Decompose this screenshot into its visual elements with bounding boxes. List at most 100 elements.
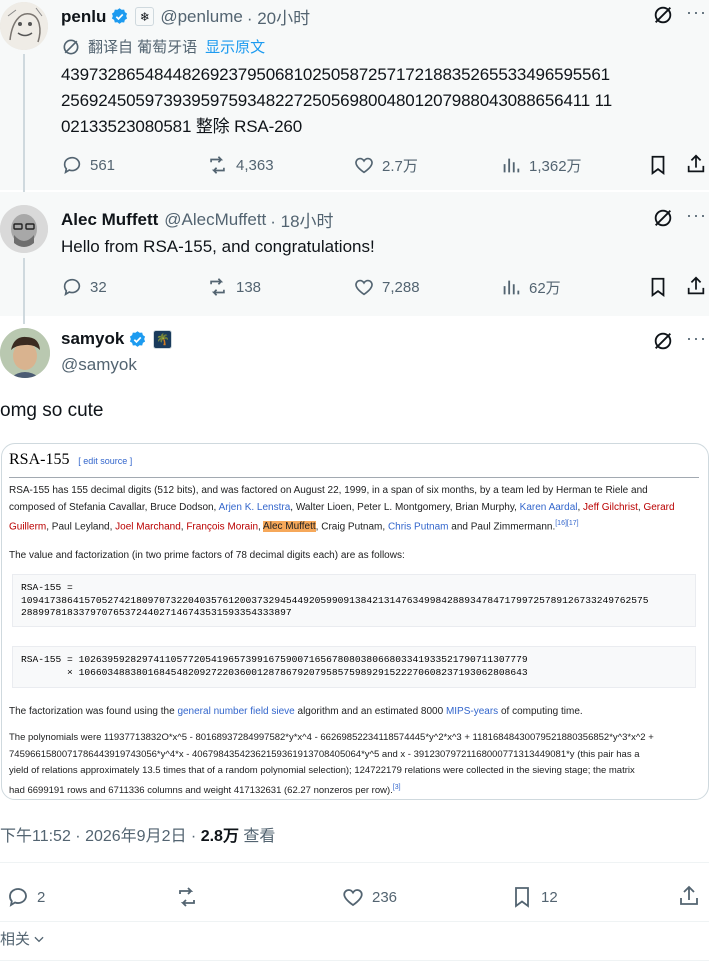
wiki-article-image: RSA-155 [ edit source ] RSA-155 has 155 …: [9, 451, 699, 796]
related-toggle[interactable]: 相关: [0, 928, 46, 949]
show-original-link[interactable]: 显示原文: [205, 36, 265, 57]
wiki-link: Chris Putnam: [387, 521, 449, 533]
wiki-text: The factorization was found using the: [9, 706, 178, 717]
like-count: 7,288: [382, 278, 420, 296]
wiki-reference: [3]: [392, 783, 401, 791]
like-button[interactable]: 2.7万: [353, 154, 418, 176]
views-count: 62万: [529, 279, 561, 297]
share-button[interactable]: [685, 275, 707, 302]
grok-icon[interactable]: [652, 330, 674, 357]
bookmark-icon: [515, 887, 529, 908]
main-post-text: omg so cute: [0, 400, 104, 421]
reply-button[interactable]: 32: [61, 276, 107, 298]
code-line: RSA-155 = 102639592829741105772054196573…: [21, 654, 528, 665]
heart-icon: [355, 157, 373, 174]
like-count: 2.7万: [382, 157, 418, 175]
main-post-header: samyok 🌴: [61, 329, 173, 349]
post-image[interactable]: RSA-155 [ edit source ] RSA-155 has 155 …: [1, 443, 709, 800]
wiki-link: MIPS-years: [445, 706, 499, 717]
view-label: 查看: [243, 828, 276, 845]
wiki-text: algorithm and an estimated 8000: [294, 706, 446, 717]
wiki-paragraph-1: RSA-155 has 155 decimal digits (512 bits…: [9, 483, 699, 536]
heart-icon: [355, 279, 373, 296]
repost-icon: [179, 887, 195, 907]
wiki-redlink: Guillerm: [9, 521, 47, 533]
code-line: RSA-155 =: [21, 582, 73, 593]
divider: [0, 862, 709, 863]
wiki-paragraph-4: The polynomials were 11937713832O*x^5 - …: [9, 730, 699, 799]
wiki-paragraph-3: The factorization was found using the ge…: [9, 704, 583, 721]
share-button[interactable]: [685, 153, 707, 180]
post-header-penlu: penlu ❄ @penlume · 20小时: [61, 4, 310, 29]
reply-count: 2: [37, 888, 46, 906]
wiki-code-box-2: RSA-155 = 102639592829741105772054196573…: [12, 646, 696, 688]
share-icon: [687, 154, 705, 173]
like-button[interactable]: 7,288: [353, 276, 420, 298]
translate-label: 翻译自 葡萄牙语: [88, 39, 198, 56]
bookmark-icon: [651, 155, 665, 175]
wiki-text: , Craig Putnam,: [315, 521, 388, 533]
reply-button[interactable]: 561: [61, 154, 115, 176]
bookmark-button[interactable]: [647, 276, 669, 303]
translate-icon: [63, 39, 79, 54]
author-name[interactable]: penlu: [61, 7, 106, 27]
wiki-redlink: Gerard: [643, 501, 675, 513]
reply-count: 32: [90, 278, 107, 296]
views-button[interactable]: 1,362万: [500, 154, 582, 176]
more-options-icon[interactable]: ···: [686, 2, 707, 23]
avatar-alec-muffett[interactable]: [0, 205, 48, 253]
author-handle[interactable]: @AlecMuffett: [164, 210, 266, 230]
like-button[interactable]: 236: [341, 885, 397, 909]
post-time[interactable]: · 20小时: [247, 4, 310, 29]
avatar-samyok[interactable]: [0, 328, 50, 378]
repost-count: 138: [236, 278, 262, 296]
wiki-redlink: François Morain: [186, 521, 259, 533]
share-icon: [687, 276, 705, 295]
avatar-penlu[interactable]: [0, 2, 48, 50]
wiki-title: RSA-155: [9, 451, 70, 468]
views-button[interactable]: 62万: [500, 276, 561, 298]
related-label: 相关: [0, 931, 31, 948]
code-line: 2889978183379707653724402714674353159335…: [21, 607, 292, 618]
wiki-paragraph-2: The value and factorization (in two prim…: [9, 550, 405, 561]
post-text-line: 02133523080581 整除 RSA-260: [61, 117, 303, 136]
reply-icon: [9, 888, 27, 907]
repost-count: 4,363: [236, 156, 274, 174]
bookmark-icon: [651, 277, 665, 297]
wiki-text: , Walter Lioen, Peter L. Montgomery, Bri…: [290, 501, 520, 513]
palm-tree-icon: 🌴: [153, 329, 173, 349]
more-options-icon[interactable]: ···: [686, 205, 707, 226]
wiki-text: had 6699191 rows and 6711336 columns and…: [9, 784, 393, 796]
repost-button[interactable]: [174, 885, 200, 909]
author-handle[interactable]: @samyok: [61, 355, 137, 375]
wiki-reference: [16][17]: [555, 520, 579, 527]
wiki-link: general number field sieve: [177, 706, 295, 717]
grok-icon[interactable]: [652, 4, 674, 31]
wiki-code-box-1: RSA-155 = 1094173864157052742180970732204…: [12, 574, 696, 627]
share-button[interactable]: [677, 884, 701, 913]
post-header-alec: Alec Muffett @AlecMuffett · 18小时: [61, 207, 334, 232]
post-time[interactable]: · 18小时: [270, 207, 333, 232]
more-options-icon[interactable]: ···: [686, 328, 707, 349]
wiki-text: of computing time.: [498, 706, 583, 717]
code-line: 1094173864157052742180970732204035761200…: [21, 594, 649, 606]
author-name[interactable]: samyok: [61, 329, 124, 349]
reply-count: 561: [90, 156, 116, 174]
post-text-line: 4397328654844826923795068102505872571721…: [61, 65, 610, 84]
wiki-divider: [9, 477, 699, 478]
bookmark-button[interactable]: 12: [510, 885, 558, 909]
wiki-text-line: yield of relations approximately 13.5 ti…: [9, 765, 635, 776]
reply-button[interactable]: 2: [6, 885, 45, 909]
divider: [0, 960, 709, 961]
reply-icon: [63, 278, 81, 297]
post-timestamp[interactable]: 下午11:52 · 2026年9月2日 ·: [0, 828, 196, 845]
repost-button[interactable]: 4,363: [206, 154, 274, 176]
translation-bar: 翻译自 葡萄牙语 显示原文: [61, 36, 265, 57]
author-handle[interactable]: @penlume: [160, 7, 242, 27]
repost-button[interactable]: 138: [206, 276, 261, 298]
wiki-link: Karen Aardal: [519, 501, 578, 513]
bookmark-button[interactable]: [647, 154, 669, 181]
grok-icon[interactable]: [652, 207, 674, 234]
author-name[interactable]: Alec Muffett: [61, 210, 158, 230]
bookmark-count: 12: [541, 888, 558, 906]
